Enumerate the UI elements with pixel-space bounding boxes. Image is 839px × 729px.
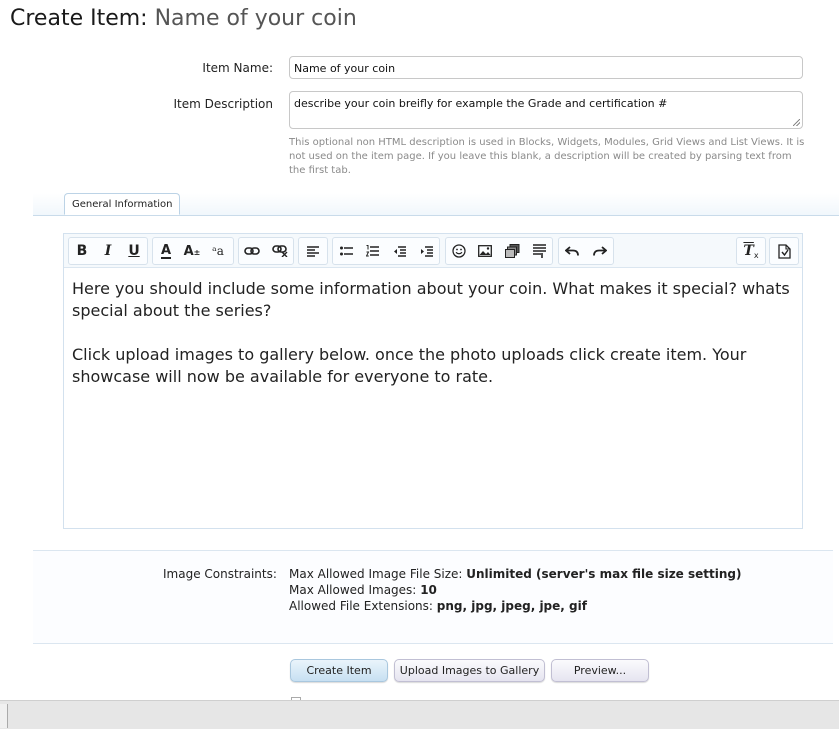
toolbar-group-format: B I U xyxy=(68,237,148,265)
editor-content-area[interactable]: Here you should include some information… xyxy=(72,278,792,410)
page-title: Create Item: Name of your coin xyxy=(10,6,357,31)
constraint-extensions: Allowed File Extensions: png, jpg, jpeg,… xyxy=(289,598,587,614)
bold-icon[interactable]: B xyxy=(69,238,95,264)
text-color-icon[interactable]: A xyxy=(153,238,179,264)
item-description-value: describe your coin breifly for example t… xyxy=(294,97,668,110)
item-name-label: Item Name: xyxy=(202,61,273,75)
constraint-value: png, jpg, jpeg, jpe, gif xyxy=(436,599,587,613)
page-title-prefix: Create Item: xyxy=(10,6,148,31)
constraint-value: 10 xyxy=(420,583,437,597)
item-description-label: Item Description xyxy=(173,97,273,111)
window-bottom-bar xyxy=(0,700,839,729)
resize-grip-icon[interactable] xyxy=(793,119,800,126)
scroll-edge xyxy=(0,704,8,728)
toolbar-group-source xyxy=(769,237,799,265)
item-description-textarea[interactable]: describe your coin breifly for example t… xyxy=(289,91,803,129)
toolbar-group-clear: Tx xyxy=(736,237,766,265)
toolbar-group-link xyxy=(238,237,294,265)
constraint-label: Max Allowed Image File Size: xyxy=(289,567,463,581)
toolbar-group-align xyxy=(298,237,328,265)
item-name-input[interactable]: Name of your coin xyxy=(289,56,803,79)
section-divider xyxy=(33,643,833,644)
constraint-label: Allowed File Extensions: xyxy=(289,599,433,613)
rich-text-editor: B I U A A± ᵃa T x Here you should includ… xyxy=(63,233,803,529)
editor-paragraph: Click upload images to gallery below. on… xyxy=(72,345,747,386)
constraint-label: Max Allowed Images: xyxy=(289,583,417,597)
media-icon[interactable] xyxy=(499,238,525,264)
item-name-value: Name of your coin xyxy=(294,62,396,75)
toolbar-group-history xyxy=(558,237,614,265)
italic-icon[interactable]: I xyxy=(95,238,121,264)
numbered-list-icon[interactable] xyxy=(359,238,385,264)
outdent-icon[interactable] xyxy=(386,238,412,264)
create-item-button[interactable]: Create Item xyxy=(290,659,388,682)
undo-icon[interactable] xyxy=(559,238,585,264)
toolbar-group-insert xyxy=(445,237,553,265)
smilie-icon[interactable] xyxy=(446,238,472,264)
editor-toolbar: B I U A A± ᵃa T x xyxy=(64,234,802,268)
item-description-hint: This optional non HTML description is us… xyxy=(289,137,805,176)
underline-icon[interactable]: U xyxy=(121,238,147,264)
constraint-max-images: Max Allowed Images: 10 xyxy=(289,582,437,598)
align-icon[interactable] xyxy=(300,238,326,264)
toolbar-group-font: A A± ᵃa xyxy=(152,237,234,265)
unlink-icon[interactable] xyxy=(267,238,293,264)
tab-general-information[interactable]: General Information xyxy=(64,193,181,215)
editor-paragraph: Here you should include some information… xyxy=(72,279,790,320)
toolbar-group-lists xyxy=(332,237,440,265)
constraint-max-file-size: Max Allowed Image File Size: Unlimited (… xyxy=(289,566,741,582)
remove-format-icon[interactable]: Tx xyxy=(738,238,764,264)
image-constraints-label: Image Constraints: xyxy=(163,567,277,581)
indent-icon[interactable] xyxy=(413,238,439,264)
constraint-value: Unlimited (server's max file size settin… xyxy=(466,567,742,581)
font-size-icon[interactable]: A± xyxy=(179,238,205,264)
bullet-list-icon[interactable] xyxy=(333,238,359,264)
link-icon[interactable] xyxy=(239,238,265,264)
font-family-icon[interactable]: ᵃa xyxy=(205,238,231,264)
toggle-bbcode-icon[interactable] xyxy=(771,238,797,264)
image-icon[interactable] xyxy=(472,238,498,264)
preview-button[interactable]: Preview... xyxy=(551,659,649,682)
upload-images-button[interactable]: Upload Images to Gallery xyxy=(394,659,545,682)
redo-icon[interactable] xyxy=(587,238,613,264)
insert-icon[interactable] xyxy=(526,238,552,264)
page-title-item-name: Name of your coin xyxy=(154,6,357,31)
